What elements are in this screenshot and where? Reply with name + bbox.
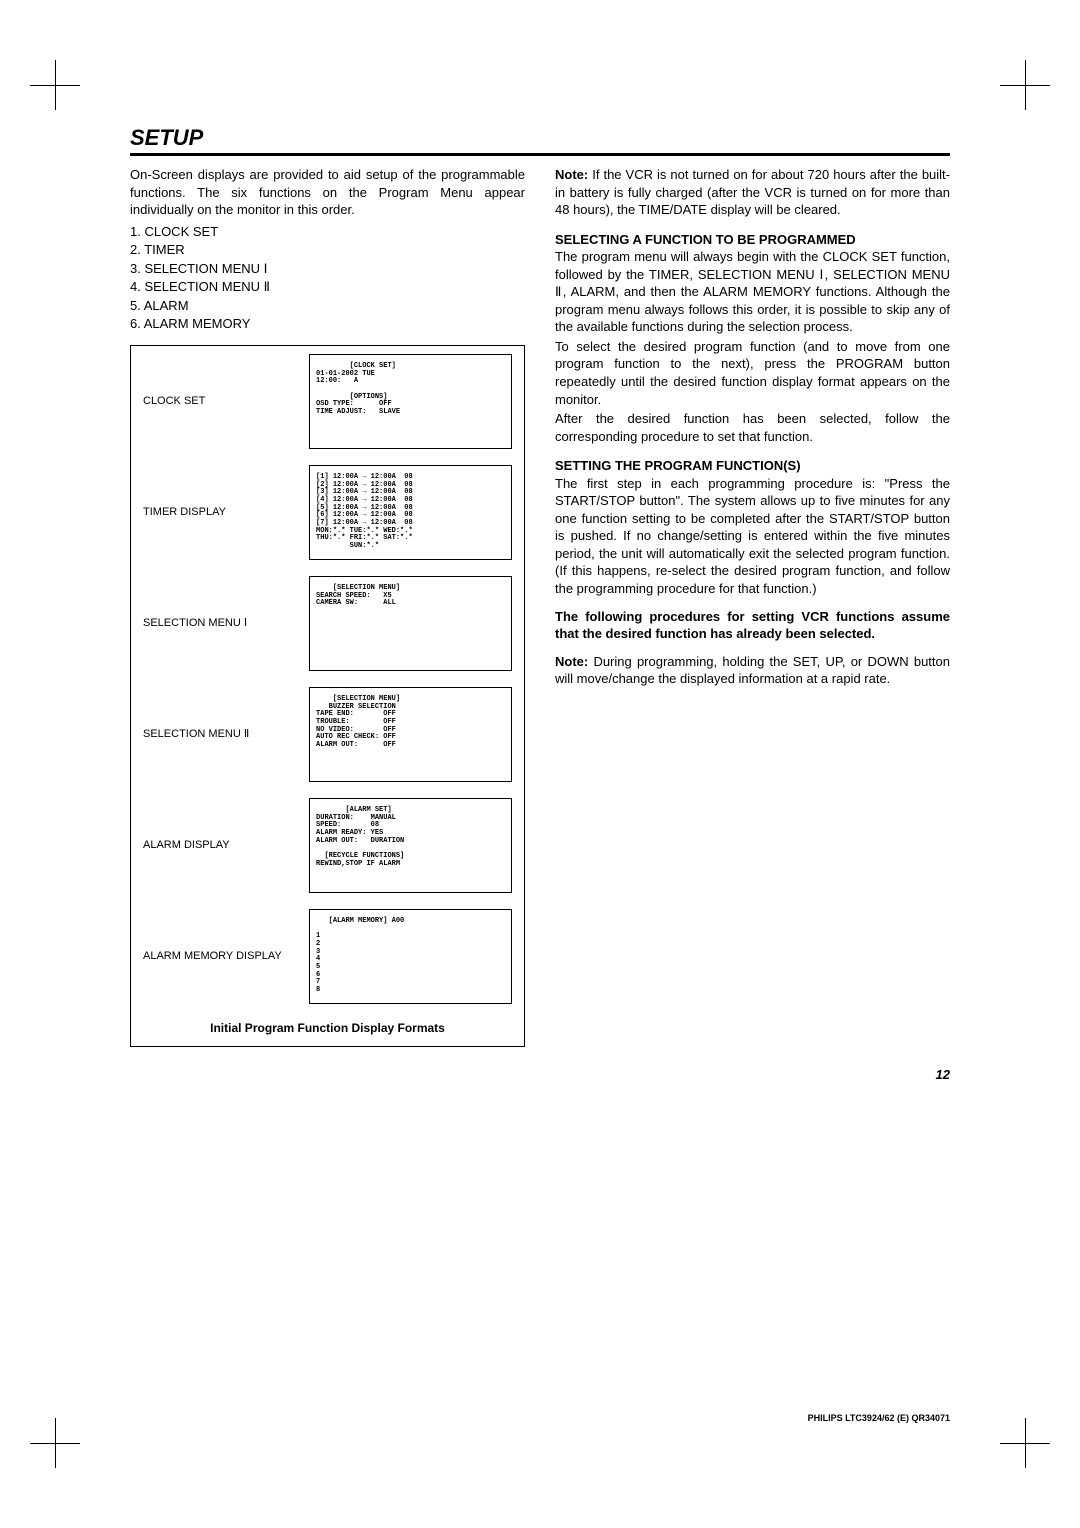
screen-selection-1: [SELECTION MENU] SEARCH SPEED: X5 CAMERA… — [309, 576, 512, 671]
menu-list: 1. CLOCK SET 2. TIMER 3. SELECTION MENU … — [130, 223, 525, 333]
bold-paragraph: The following procedures for setting VCR… — [555, 608, 950, 643]
diagram-row: TIMER DISPLAY [1] 12:00A → 12:00A 08 [2]… — [131, 457, 524, 568]
diagram-row: ALARM MEMORY DISPLAY [ALARM MEMORY] A00 … — [131, 901, 524, 1012]
diagram-label: TIMER DISPLAY — [143, 505, 309, 520]
diagram-label: SELECTION MENU Ⅰ — [143, 616, 309, 631]
body-text: The program menu will always begin with … — [555, 248, 950, 336]
note-paragraph: Note: If the VCR is not turned on for ab… — [555, 166, 950, 219]
diagram-row: SELECTION MENU Ⅰ [SELECTION MENU] SEARCH… — [131, 568, 524, 679]
note-label: Note: — [555, 654, 588, 669]
menu-item: 2. TIMER — [130, 241, 525, 259]
note-paragraph: Note: During programming, holding the SE… — [555, 653, 950, 688]
menu-item: 4. SELECTION MENU Ⅱ — [130, 278, 525, 296]
right-column: Note: If the VCR is not turned on for ab… — [555, 166, 950, 1047]
footer-code: PHILIPS LTC3924/62 (E) QR34071 — [808, 1413, 950, 1423]
diagram-caption: Initial Program Function Display Formats — [131, 1012, 524, 1046]
menu-item: 6. ALARM MEMORY — [130, 315, 525, 333]
note-text: During programming, holding the SET, UP,… — [555, 654, 950, 687]
diagram-label: ALARM DISPLAY — [143, 838, 309, 853]
diagram-label: SELECTION MENU Ⅱ — [143, 727, 309, 742]
screen-timer: [1] 12:00A → 12:00A 08 [2] 12:00A → 12:0… — [309, 465, 512, 560]
page-content: SETUP On-Screen displays are provided to… — [0, 0, 1080, 1142]
screen-alarm: [ALARM SET] DURATION: MANUAL SPEED: 08 A… — [309, 798, 512, 893]
note-text: If the VCR is not turned on for about 72… — [555, 167, 950, 217]
two-columns: On-Screen displays are provided to aid s… — [130, 166, 950, 1047]
diagram-box: CLOCK SET [CLOCK SET] 01-01-2002 TUE 12:… — [130, 345, 525, 1047]
menu-item: 3. SELECTION MENU Ⅰ — [130, 260, 525, 278]
screen-selection-2: [SELECTION MENU] BUZZER SELECTION TAPE E… — [309, 687, 512, 782]
note-label: Note: — [555, 167, 588, 182]
diagram-label: CLOCK SET — [143, 394, 309, 409]
screen-clock-set: [CLOCK SET] 01-01-2002 TUE 12:00: A [OPT… — [309, 354, 512, 449]
subheading: SELECTING A FUNCTION TO BE PROGRAMMED — [555, 231, 950, 249]
page-number: 12 — [130, 1067, 950, 1082]
body-text: To select the desired program function (… — [555, 338, 950, 408]
subheading: SETTING THE PROGRAM FUNCTION(S) — [555, 457, 950, 475]
menu-item: 5. ALARM — [130, 297, 525, 315]
intro-text: On-Screen displays are provided to aid s… — [130, 166, 525, 219]
diagram-label: ALARM MEMORY DISPLAY — [143, 949, 309, 964]
left-column: On-Screen displays are provided to aid s… — [130, 166, 525, 1047]
body-text: The first step in each programming proce… — [555, 475, 950, 598]
screen-alarm-memory: [ALARM MEMORY] A00 1 2 3 4 5 6 7 8 — [309, 909, 512, 1004]
diagram-row: ALARM DISPLAY [ALARM SET] DURATION: MANU… — [131, 790, 524, 901]
menu-item: 1. CLOCK SET — [130, 223, 525, 241]
diagram-row: SELECTION MENU Ⅱ [SELECTION MENU] BUZZER… — [131, 679, 524, 790]
diagram-row: CLOCK SET [CLOCK SET] 01-01-2002 TUE 12:… — [131, 346, 524, 457]
body-text: After the desired function has been sele… — [555, 410, 950, 445]
section-title: SETUP — [130, 125, 950, 156]
